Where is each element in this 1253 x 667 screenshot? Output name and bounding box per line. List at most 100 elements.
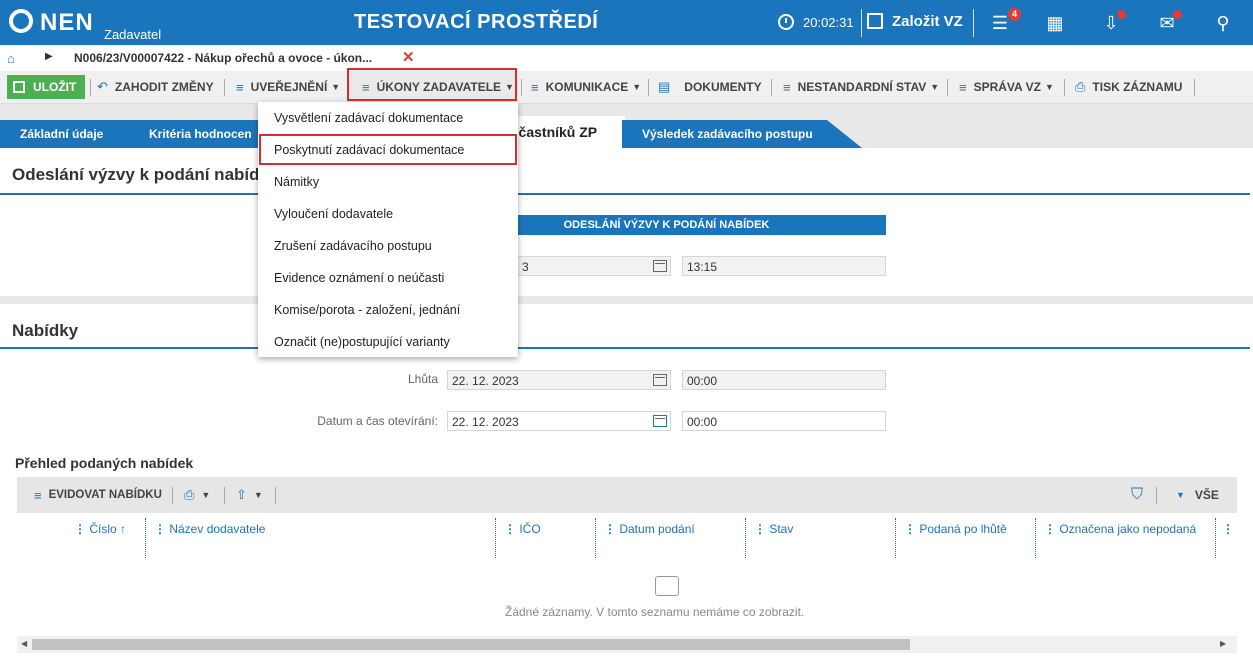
- divider: [1215, 518, 1216, 558]
- column-label: Číslo: [89, 522, 117, 536]
- communication-menu[interactable]: ≡ KOMUNIKACE ▼: [531, 71, 641, 103]
- top-bar: NEN Zadavatel TESTOVACÍ PROSTŘEDÍ 20:02:…: [0, 0, 1253, 45]
- deadline-date-field[interactable]: 22. 12. 2023: [447, 370, 671, 390]
- deadline-time-field[interactable]: 00:00: [682, 370, 886, 390]
- column-label: IČO: [519, 522, 541, 536]
- tab-basic-info[interactable]: Základní údaje: [0, 120, 130, 148]
- acts-label: ÚKONY ZADAVATELE: [376, 80, 502, 94]
- close-icon[interactable]: ✕: [402, 48, 415, 66]
- edit-icon: [867, 13, 883, 29]
- column-menu[interactable]: ⋮: [1222, 522, 1234, 536]
- chevron-right-icon: ▶: [45, 51, 53, 62]
- column-header-supplier[interactable]: ⋮ Název dodavatele: [154, 522, 265, 536]
- caret-down-icon: ▼: [331, 82, 341, 92]
- print-icon: ⎙: [184, 487, 195, 502]
- user-icon[interactable]: ⚲: [1210, 10, 1236, 36]
- communication-label: KOMUNIKACE: [545, 80, 629, 94]
- divider: [0, 347, 1250, 349]
- documents-label: DOKUMENTY: [684, 80, 762, 94]
- discard-changes-button[interactable]: ↶ ZAHODIT ZMĚNY: [97, 71, 214, 103]
- scroll-left-icon[interactable]: ◀: [21, 639, 27, 648]
- column-header-not-submitted[interactable]: ⋮ Označena jako nepodaná: [1044, 522, 1196, 536]
- home-icon[interactable]: ⌂: [7, 51, 15, 66]
- panel-title: Nabídky: [12, 321, 79, 340]
- divider: [1035, 518, 1036, 558]
- column-label: Datum podání: [619, 522, 695, 536]
- tab-label: Základní údaje: [20, 127, 104, 141]
- export-menu[interactable]: ⇧ ▼: [236, 479, 263, 511]
- divider: [895, 518, 896, 558]
- column-header-late[interactable]: ⋮ Podaná po lhůtě: [904, 522, 1007, 536]
- filter-all-select[interactable]: ▼ VŠE: [1172, 479, 1219, 511]
- calculator-icon[interactable]: ▦: [1042, 10, 1068, 36]
- tab-label: Výsledek zadávacího postupu: [642, 127, 813, 141]
- documents-button[interactable]: ▤ DOKUMENTY: [658, 71, 762, 103]
- opening-date-field[interactable]: 22. 12. 2023: [447, 411, 671, 431]
- scroll-right-icon[interactable]: ▶: [1220, 639, 1226, 648]
- empty-inbox-icon: [655, 576, 679, 596]
- calendar-icon[interactable]: [653, 260, 667, 272]
- publish-menu[interactable]: ≡ UVEŘEJNĚNÍ ▼: [236, 71, 340, 103]
- opening-time-field[interactable]: 00:00: [682, 411, 886, 431]
- divider: [648, 79, 649, 96]
- tab-participants[interactable]: účastníků ZP: [505, 116, 625, 148]
- list-icon: ≡: [34, 487, 42, 503]
- column-header-number[interactable]: ⋮ Číslo ↑: [74, 522, 126, 536]
- create-tender-button[interactable]: Založit VZ: [892, 13, 963, 30]
- caret-down-icon: ▼: [930, 82, 940, 92]
- session-time: 20:02:31: [803, 15, 854, 30]
- column-label: Stav: [769, 522, 794, 536]
- menu-item-committee[interactable]: Komise/porota - založení, jednání: [274, 303, 460, 317]
- admin-menu[interactable]: ≡ SPRÁVA VZ ▼: [959, 71, 1054, 103]
- discard-label: ZAHODIT ZMĚNY: [114, 80, 214, 94]
- save-button[interactable]: ULOŽIT: [7, 75, 85, 99]
- environment-title: TESTOVACÍ PROSTŘEDÍ: [354, 11, 599, 33]
- tab-label: Kritéria hodnocen: [149, 127, 252, 141]
- list-icon: ≡: [959, 79, 967, 95]
- register-offer-label: EVIDOVAT NABÍDKU: [48, 489, 162, 501]
- divider: [1194, 79, 1195, 96]
- menu-item-non-participation[interactable]: Evidence oznámení o neúčasti: [274, 271, 444, 285]
- caret-down-icon: ▼: [632, 82, 642, 92]
- print-icon: ⎙: [1075, 79, 1086, 94]
- column-header-state[interactable]: ⋮ Stav: [754, 522, 793, 536]
- menu-item-variants[interactable]: Označit (ne)postupující varianty: [274, 335, 450, 349]
- document-icon: ▤: [658, 79, 671, 94]
- divider: [973, 9, 974, 37]
- print-record-button[interactable]: ⎙ TISK ZÁZNAMU: [1075, 71, 1182, 103]
- column-label: Název dodavatele: [169, 522, 266, 536]
- menu-item-cancel-procedure[interactable]: Zrušení zadávacího postupu: [274, 239, 432, 253]
- list-icon: ≡: [362, 79, 370, 95]
- opening-label: Datum a čas otevírání:: [317, 414, 438, 428]
- divider: [861, 9, 862, 37]
- tab-evaluation-criteria[interactable]: Kritéria hodnocen: [130, 120, 260, 148]
- scrollbar-thumb[interactable]: [32, 639, 910, 650]
- tab-label: účastníků ZP: [510, 124, 598, 140]
- breadcrumb-path[interactable]: N006/23/V00007422 - Nákup ořechů a ovoce…: [74, 51, 372, 65]
- share-icon: ⇧: [236, 487, 247, 502]
- menu-item-doc-explanation[interactable]: Vysvětlení zadávací dokumentace: [274, 111, 463, 125]
- list-icon: ≡: [783, 79, 791, 95]
- divider: [172, 487, 173, 504]
- send-time-field[interactable]: 13:15: [682, 256, 886, 276]
- print-menu[interactable]: ⎙ ▼: [184, 479, 210, 511]
- calendar-icon[interactable]: [653, 374, 667, 386]
- register-offer-button[interactable]: ≡ EVIDOVAT NABÍDKU: [34, 479, 162, 511]
- acts-menu[interactable]: ≡ ÚKONY ZADAVATELE ▼: [362, 71, 514, 103]
- nonstandard-state-menu[interactable]: ≡ NESTANDARDNÍ STAV ▼: [783, 71, 939, 103]
- logo-subtitle: Zadavatel: [104, 27, 162, 42]
- divider: [521, 79, 522, 96]
- menu-item-supplier-exclusion[interactable]: Vyloučení dodavatele: [274, 207, 393, 221]
- filter-icon: ⛉: [1131, 486, 1144, 503]
- deadline-label: Lhůta: [407, 372, 438, 386]
- calendar-icon[interactable]: [653, 415, 667, 427]
- publish-label: UVEŘEJNĚNÍ: [250, 80, 328, 94]
- caret-down-icon: ▼: [505, 82, 514, 92]
- tab-result[interactable]: Výsledek zadávacího postupu: [622, 120, 862, 148]
- menu-item-objections[interactable]: Námitky: [274, 175, 319, 189]
- filter-button[interactable]: ⛉: [1131, 479, 1150, 511]
- clock-icon: [778, 14, 794, 30]
- column-header-date[interactable]: ⋮ Datum podání: [604, 522, 695, 536]
- inbox-dot: [1117, 10, 1126, 19]
- column-header-ico[interactable]: ⋮ IČO: [504, 522, 541, 536]
